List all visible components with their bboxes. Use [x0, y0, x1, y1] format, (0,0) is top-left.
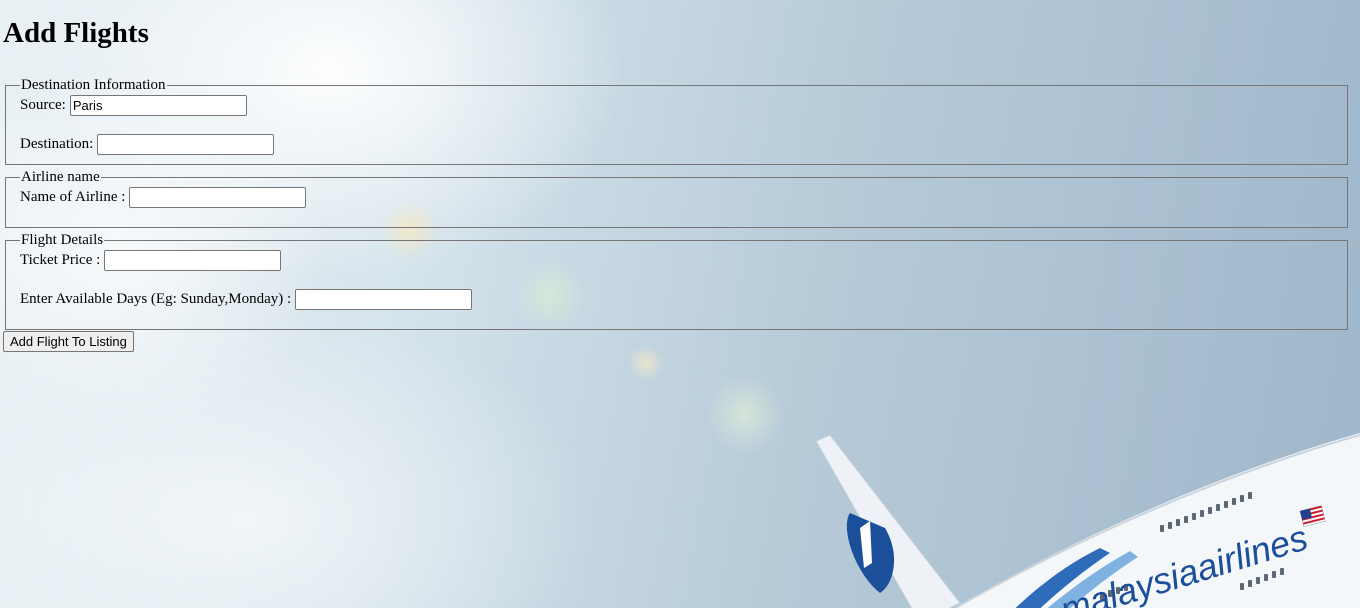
source-row: Source:: [20, 94, 1333, 117]
add-flights-form: Add Flights Destination Information Sour…: [0, 15, 1360, 352]
available-days-input[interactable]: [295, 289, 473, 310]
airplane-image: malaysiaairlines: [815, 433, 1360, 608]
ticket-price-input[interactable]: [104, 250, 282, 271]
airline-name-input[interactable]: [129, 187, 307, 208]
airline-legend: Airline name: [21, 169, 100, 185]
source-label: Source:: [20, 97, 66, 113]
destination-fieldset: Destination Information Source: Destinat…: [5, 77, 1348, 165]
airline-fieldset: Airline name Name of Airline :: [5, 169, 1348, 228]
price-row: Ticket Price :: [20, 249, 1333, 272]
destination-label: Destination:: [20, 136, 94, 152]
airline-name-label: Name of Airline :: [20, 189, 126, 205]
ticket-price-label: Ticket Price :: [20, 252, 101, 268]
destination-legend: Destination Information: [21, 77, 166, 93]
destination-input[interactable]: [97, 134, 275, 155]
airline-row: Name of Airline :: [20, 186, 1333, 209]
available-days-label: Enter Available Days (Eg: Sunday,Monday)…: [20, 291, 292, 307]
page-title: Add Flights: [3, 17, 149, 49]
destination-row: Destination:: [20, 133, 1333, 156]
source-input[interactable]: [69, 95, 247, 116]
flight-details-fieldset: Flight Details Ticket Price : Enter Avai…: [5, 232, 1348, 330]
flight-details-legend: Flight Details: [21, 232, 104, 248]
add-flight-button[interactable]: Add Flight To Listing: [3, 331, 134, 352]
days-row: Enter Available Days (Eg: Sunday,Monday)…: [20, 288, 1333, 311]
